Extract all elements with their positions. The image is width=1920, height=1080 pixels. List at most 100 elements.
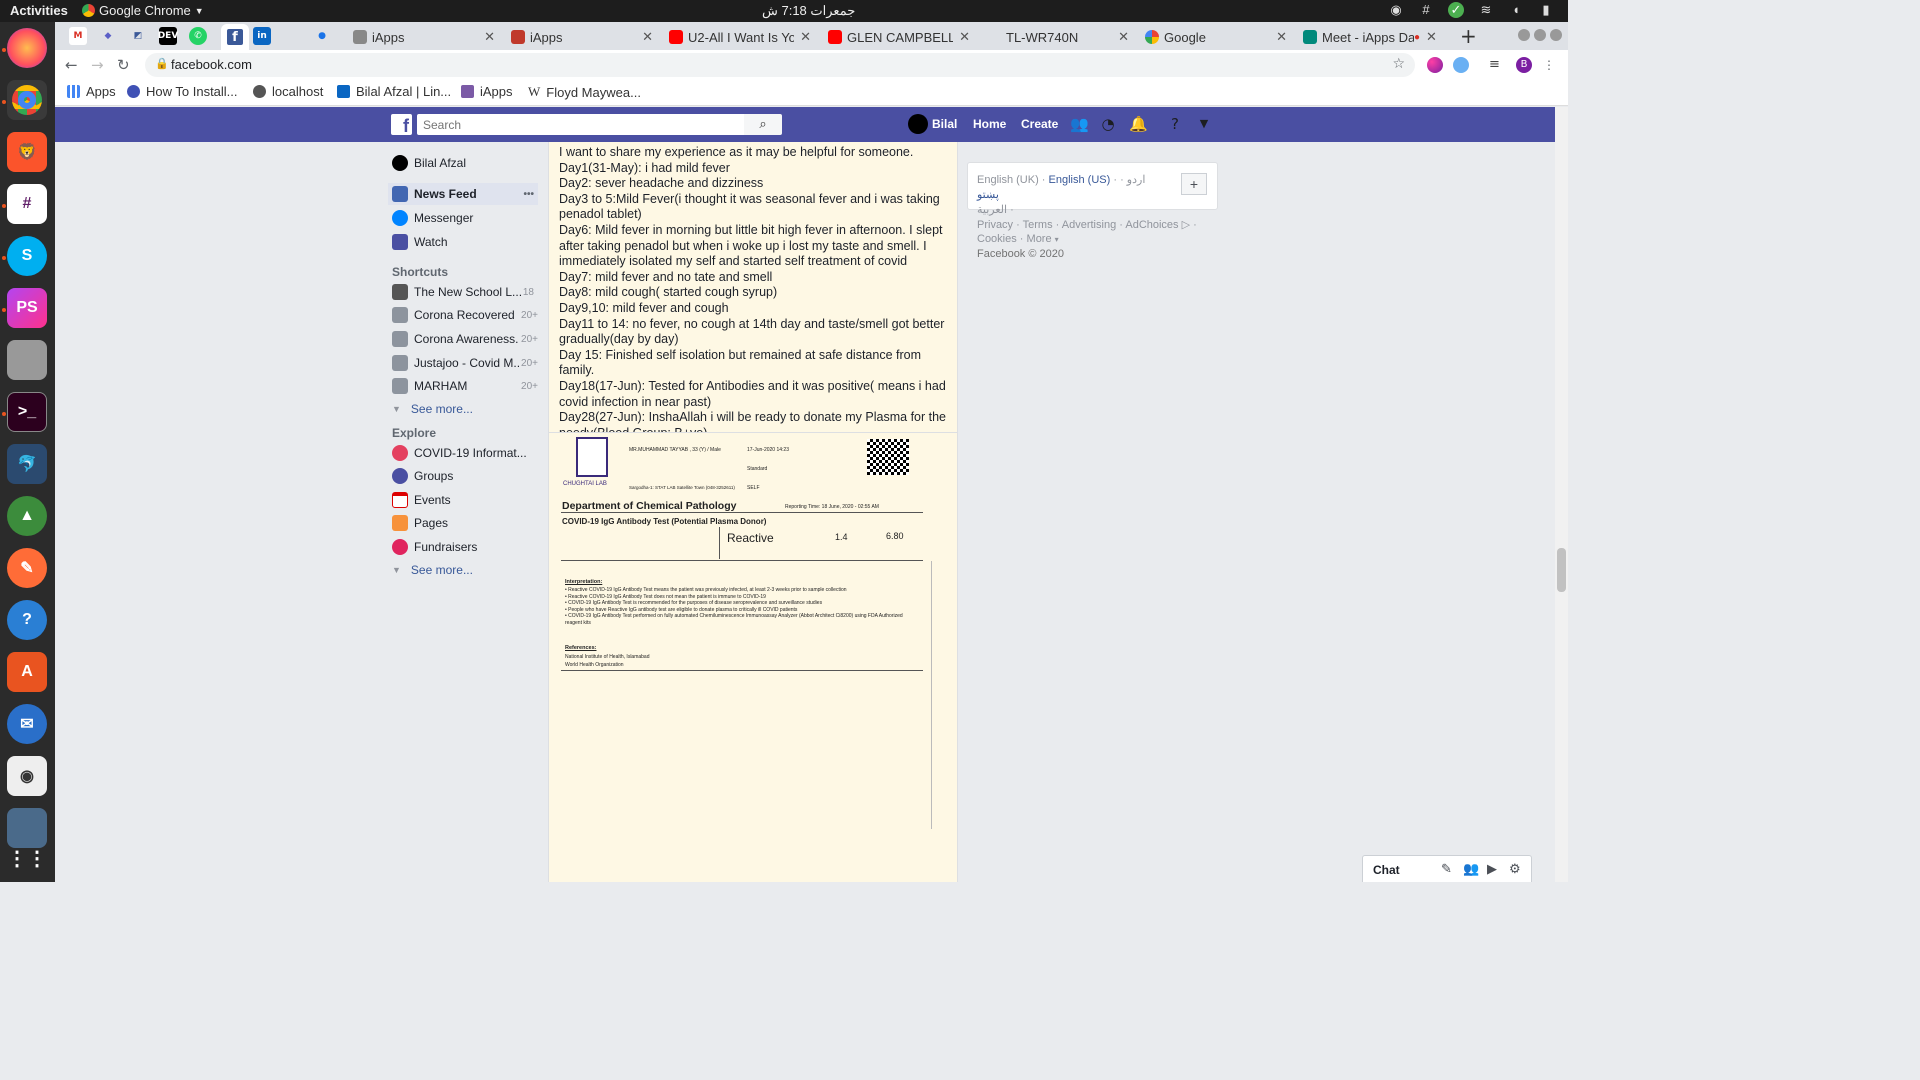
- language-link[interactable]: اردو: [1127, 174, 1146, 186]
- tab[interactable]: Meet - iApps Da ● ✕: [1295, 24, 1445, 50]
- sidebar-item-news-feed[interactable]: News Feed •••: [388, 183, 538, 205]
- messenger-icon[interactable]: ◔: [1099, 115, 1117, 133]
- slack-icon[interactable]: #: [7, 184, 47, 224]
- new-message-icon[interactable]: ✎: [1441, 861, 1452, 877]
- close-icon[interactable]: ✕: [800, 29, 811, 45]
- sidebar-explore-item[interactable]: Events: [388, 489, 538, 511]
- url-text[interactable]: facebook.com: [171, 57, 252, 72]
- sidebar-shortcut[interactable]: Corona Awareness... 20+: [388, 328, 538, 350]
- rhythmbox-icon[interactable]: ◉: [7, 756, 47, 796]
- pinned-tab-icon[interactable]: ◩: [129, 27, 147, 45]
- sidebar-explore-item[interactable]: Groups: [388, 465, 538, 487]
- friend-requests-icon[interactable]: 👥: [1070, 115, 1089, 133]
- battery-icon[interactable]: ▮: [1538, 2, 1554, 18]
- sidebar-item-watch[interactable]: Watch: [388, 231, 538, 253]
- maximize-button[interactable]: [1534, 29, 1546, 41]
- robo3t-icon[interactable]: ▲: [7, 496, 47, 536]
- sidebar-shortcut[interactable]: Corona Recovered ... 20+: [388, 304, 538, 326]
- postman-icon[interactable]: ✎: [7, 548, 47, 588]
- post-image-lab-report[interactable]: CHUGHTAI LAB MR.MUHAMMAD TAYYAB , 33 (Y)…: [549, 432, 957, 882]
- sidebar-explore-item[interactable]: COVID-19 Informat...: [388, 442, 538, 464]
- app-menu[interactable]: Google Chrome ▼: [82, 3, 204, 18]
- close-icon[interactable]: ✕: [1118, 29, 1129, 45]
- dev-tab-icon[interactable]: DEV: [158, 27, 178, 45]
- tab[interactable]: iApps ✕: [345, 24, 495, 50]
- profile-link[interactable]: Bilal: [932, 117, 957, 131]
- menu-icon[interactable]: ⋮: [1541, 57, 1557, 73]
- avatar[interactable]: [908, 114, 928, 134]
- see-more-shortcuts[interactable]: ▼ See more...: [392, 402, 473, 416]
- record-icon[interactable]: ◉: [1388, 2, 1404, 18]
- wifi-icon[interactable]: ≋: [1478, 2, 1494, 18]
- tab[interactable]: GLEN CAMPBELL a ✕: [820, 24, 970, 50]
- sidebar-shortcut[interactable]: MARHAM 20+: [388, 375, 538, 397]
- whatsapp-tab-icon[interactable]: ✆: [189, 27, 207, 45]
- tab[interactable]: Google ✕: [1137, 24, 1287, 50]
- reload-icon[interactable]: ↻: [117, 56, 130, 74]
- footer-link-more[interactable]: More: [1027, 233, 1052, 245]
- language-link[interactable]: English (US): [1049, 174, 1111, 186]
- bookmark-item[interactable]: How To Install...: [127, 84, 238, 99]
- pinned-tab-icon[interactable]: ●: [313, 27, 331, 45]
- footer-link-advertising[interactable]: Advertising: [1062, 219, 1116, 231]
- footer-link-privacy[interactable]: Privacy: [977, 219, 1013, 231]
- close-icon[interactable]: ✕: [484, 29, 495, 45]
- close-icon[interactable]: ✕: [959, 29, 970, 45]
- help-icon[interactable]: ?: [1166, 115, 1184, 133]
- gmail-tab-icon[interactable]: M: [69, 27, 87, 45]
- brave-icon[interactable]: 🦁: [7, 132, 47, 172]
- bookmark-star-icon[interactable]: ☆: [1392, 56, 1405, 72]
- bookmark-item[interactable]: Bilal Afzal | Lin...: [337, 84, 451, 99]
- sidebar-profile[interactable]: Bilal Afzal: [388, 152, 538, 174]
- close-icon[interactable]: ✕: [642, 29, 653, 45]
- sidebar-shortcut[interactable]: Justajoo - Covid M... 20+: [388, 352, 538, 374]
- activities-button[interactable]: Activities: [10, 3, 68, 18]
- sidebar-explore-item[interactable]: Fundraisers: [388, 536, 538, 558]
- account-menu-icon[interactable]: ▼: [1195, 117, 1213, 130]
- gear-icon[interactable]: ⚙: [1509, 861, 1521, 877]
- new-tab-button[interactable]: +: [1460, 24, 1477, 48]
- pinned-tab-icon[interactable]: ◆: [99, 27, 117, 45]
- facebook-tab-icon[interactable]: f: [221, 24, 249, 50]
- sidebar-explore-item[interactable]: Pages: [388, 512, 538, 534]
- language-link[interactable]: العربية: [977, 204, 1007, 216]
- close-icon[interactable]: ✕: [1426, 29, 1437, 45]
- back-icon[interactable]: ←: [65, 56, 78, 74]
- tab[interactable]: iApps ✕: [503, 24, 653, 50]
- bookmark-item[interactable]: W Floyd Maywea...: [528, 84, 641, 100]
- help-icon[interactable]: ?: [7, 600, 47, 640]
- bookmark-item[interactable]: iApps: [461, 84, 513, 99]
- footer-link-cookies[interactable]: Cookies: [977, 233, 1017, 245]
- clock[interactable]: جمعرات 7:18 ش: [762, 3, 855, 19]
- media-controls-icon[interactable]: ≡: [1489, 57, 1505, 73]
- language-link[interactable]: پښتو: [977, 189, 999, 201]
- scrollbar[interactable]: [1555, 107, 1568, 882]
- scrollbar-thumb[interactable]: [1557, 548, 1566, 592]
- show-apps-icon[interactable]: ⋮⋮: [7, 838, 47, 878]
- chrome-dock-icon[interactable]: [7, 80, 47, 120]
- phpstorm-icon[interactable]: PS: [7, 288, 47, 328]
- volume-icon[interactable]: ◖: [1508, 2, 1524, 18]
- tab[interactable]: U2-All I Want Is You ✕: [661, 24, 811, 50]
- terminal-icon[interactable]: >_: [7, 392, 47, 432]
- sidebar-shortcut[interactable]: The New School L... 18: [388, 281, 538, 303]
- footer-link-adchoices[interactable]: AdChoices: [1125, 219, 1178, 231]
- mysql-workbench-icon[interactable]: 🐬: [7, 444, 47, 484]
- add-language-button[interactable]: +: [1181, 173, 1207, 195]
- linkedin-tab-icon[interactable]: in: [253, 27, 271, 45]
- address-bar[interactable]: 🔒 facebook.com ☆: [145, 53, 1415, 77]
- software-center-icon[interactable]: A: [7, 652, 47, 692]
- thunderbird-icon[interactable]: ✉: [7, 704, 47, 744]
- skype-icon[interactable]: S: [7, 236, 47, 276]
- close-window-button[interactable]: [1550, 29, 1562, 41]
- chat-bar[interactable]: Chat ✎ 👥 ▶ ⚙: [1362, 855, 1532, 882]
- home-link[interactable]: Home: [973, 117, 1006, 131]
- extension-icon[interactable]: [1453, 57, 1469, 73]
- check-icon[interactable]: ✓: [1448, 2, 1464, 18]
- see-more-explore[interactable]: ▼ See more...: [392, 563, 473, 577]
- sidebar-item-messenger[interactable]: Messenger: [388, 207, 538, 229]
- files-icon[interactable]: [7, 340, 47, 380]
- search-input[interactable]: [417, 114, 744, 135]
- create-link[interactable]: Create: [1021, 117, 1058, 131]
- close-icon[interactable]: ✕: [1276, 29, 1287, 45]
